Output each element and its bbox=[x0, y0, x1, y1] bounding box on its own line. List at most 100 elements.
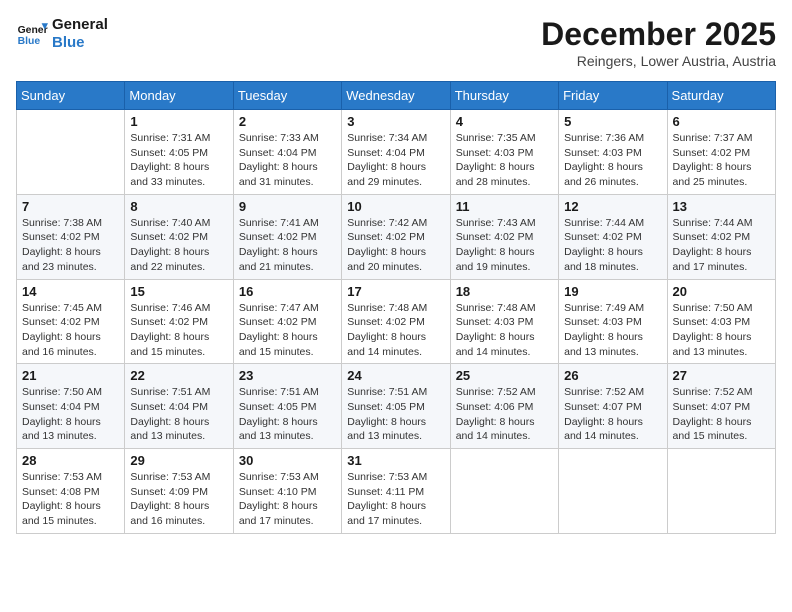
weekday-header-tuesday: Tuesday bbox=[233, 82, 341, 110]
calendar-cell: 17 Sunrise: 7:48 AMSunset: 4:02 PMDayligh… bbox=[342, 279, 450, 364]
calendar-cell: 1 Sunrise: 7:31 AMSunset: 4:05 PMDaylight… bbox=[125, 110, 233, 195]
day-number: 13 bbox=[673, 199, 770, 214]
calendar-cell bbox=[559, 449, 667, 534]
day-number: 20 bbox=[673, 284, 770, 299]
calendar-cell: 13 Sunrise: 7:44 AMSunset: 4:02 PMDayligh… bbox=[667, 194, 775, 279]
month-title: December 2025 bbox=[541, 16, 776, 53]
calendar-cell: 12 Sunrise: 7:44 AMSunset: 4:02 PMDayligh… bbox=[559, 194, 667, 279]
day-info: Sunrise: 7:38 AMSunset: 4:02 PMDaylight:… bbox=[22, 216, 119, 275]
weekday-header-row: SundayMondayTuesdayWednesdayThursdayFrid… bbox=[17, 82, 776, 110]
calendar-cell: 19 Sunrise: 7:49 AMSunset: 4:03 PMDayligh… bbox=[559, 279, 667, 364]
calendar-cell: 9 Sunrise: 7:41 AMSunset: 4:02 PMDaylight… bbox=[233, 194, 341, 279]
calendar-cell: 2 Sunrise: 7:33 AMSunset: 4:04 PMDaylight… bbox=[233, 110, 341, 195]
location-subtitle: Reingers, Lower Austria, Austria bbox=[541, 53, 776, 69]
day-info: Sunrise: 7:51 AMSunset: 4:05 PMDaylight:… bbox=[239, 385, 336, 444]
calendar-cell bbox=[17, 110, 125, 195]
day-number: 27 bbox=[673, 368, 770, 383]
day-info: Sunrise: 7:50 AMSunset: 4:03 PMDaylight:… bbox=[673, 301, 770, 360]
day-info: Sunrise: 7:53 AMSunset: 4:08 PMDaylight:… bbox=[22, 470, 119, 529]
day-number: 19 bbox=[564, 284, 661, 299]
day-number: 1 bbox=[130, 114, 227, 129]
day-number: 10 bbox=[347, 199, 444, 214]
calendar-cell: 8Sunrise: 7:40 AMSunset: 4:02 PMDaylight… bbox=[125, 194, 233, 279]
logo-icon: General Blue bbox=[16, 20, 48, 48]
day-info: Sunrise: 7:52 AMSunset: 4:06 PMDaylight:… bbox=[456, 385, 553, 444]
day-number: 18 bbox=[456, 284, 553, 299]
day-info: Sunrise: 7:33 AMSunset: 4:04 PMDaylight:… bbox=[239, 131, 336, 190]
day-info: Sunrise: 7:41 AMSunset: 4:02 PMDaylight:… bbox=[239, 216, 336, 275]
day-info: Sunrise: 7:49 AMSunset: 4:03 PMDaylight:… bbox=[564, 301, 661, 360]
day-number: 21 bbox=[22, 368, 119, 383]
day-number: 23 bbox=[239, 368, 336, 383]
weekday-header-monday: Monday bbox=[125, 82, 233, 110]
calendar-cell: 15Sunrise: 7:46 AMSunset: 4:02 PMDayligh… bbox=[125, 279, 233, 364]
calendar-cell: 27 Sunrise: 7:52 AMSunset: 4:07 PMDayligh… bbox=[667, 364, 775, 449]
day-info: Sunrise: 7:43 AMSunset: 4:02 PMDaylight:… bbox=[456, 216, 553, 275]
calendar-cell: 21 Sunrise: 7:50 AMSunset: 4:04 PMDayligh… bbox=[17, 364, 125, 449]
day-number: 8 bbox=[130, 199, 227, 214]
weekday-header-thursday: Thursday bbox=[450, 82, 558, 110]
calendar-cell: 11 Sunrise: 7:43 AMSunset: 4:02 PMDayligh… bbox=[450, 194, 558, 279]
day-number: 28 bbox=[22, 453, 119, 468]
day-number: 9 bbox=[239, 199, 336, 214]
calendar-cell: 28 Sunrise: 7:53 AMSunset: 4:08 PMDayligh… bbox=[17, 449, 125, 534]
day-info: Sunrise: 7:53 AMSunset: 4:09 PMDaylight:… bbox=[130, 470, 227, 529]
day-info: Sunrise: 7:52 AMSunset: 4:07 PMDaylight:… bbox=[564, 385, 661, 444]
day-number: 24 bbox=[347, 368, 444, 383]
day-info: Sunrise: 7:48 AMSunset: 4:02 PMDaylight:… bbox=[347, 301, 444, 360]
calendar-table: SundayMondayTuesdayWednesdayThursdayFrid… bbox=[16, 81, 776, 534]
week-row-1: 1 Sunrise: 7:31 AMSunset: 4:05 PMDaylight… bbox=[17, 110, 776, 195]
weekday-header-saturday: Saturday bbox=[667, 82, 775, 110]
day-number: 6 bbox=[673, 114, 770, 129]
day-number: 15 bbox=[130, 284, 227, 299]
day-number: 4 bbox=[456, 114, 553, 129]
day-info: Sunrise: 7:44 AMSunset: 4:02 PMDaylight:… bbox=[673, 216, 770, 275]
day-number: 31 bbox=[347, 453, 444, 468]
day-info: Sunrise: 7:48 AMSunset: 4:03 PMDaylight:… bbox=[456, 301, 553, 360]
day-number: 5 bbox=[564, 114, 661, 129]
day-info: Sunrise: 7:44 AMSunset: 4:02 PMDaylight:… bbox=[564, 216, 661, 275]
calendar-cell: 4 Sunrise: 7:35 AMSunset: 4:03 PMDaylight… bbox=[450, 110, 558, 195]
day-info: Sunrise: 7:31 AMSunset: 4:05 PMDaylight:… bbox=[130, 131, 227, 190]
day-info: Sunrise: 7:53 AMSunset: 4:10 PMDaylight:… bbox=[239, 470, 336, 529]
day-number: 17 bbox=[347, 284, 444, 299]
calendar-cell: 7 Sunrise: 7:38 AMSunset: 4:02 PMDaylight… bbox=[17, 194, 125, 279]
calendar-cell: 29 Sunrise: 7:53 AMSunset: 4:09 PMDayligh… bbox=[125, 449, 233, 534]
calendar-cell bbox=[667, 449, 775, 534]
day-number: 16 bbox=[239, 284, 336, 299]
week-row-3: 14 Sunrise: 7:45 AMSunset: 4:02 PMDayligh… bbox=[17, 279, 776, 364]
calendar-cell: 26Sunrise: 7:52 AMSunset: 4:07 PMDayligh… bbox=[559, 364, 667, 449]
day-info: Sunrise: 7:50 AMSunset: 4:04 PMDaylight:… bbox=[22, 385, 119, 444]
day-info: Sunrise: 7:34 AMSunset: 4:04 PMDaylight:… bbox=[347, 131, 444, 190]
calendar-cell: 30Sunrise: 7:53 AMSunset: 4:10 PMDayligh… bbox=[233, 449, 341, 534]
day-info: Sunrise: 7:37 AMSunset: 4:02 PMDaylight:… bbox=[673, 131, 770, 190]
day-number: 11 bbox=[456, 199, 553, 214]
day-number: 3 bbox=[347, 114, 444, 129]
day-info: Sunrise: 7:35 AMSunset: 4:03 PMDaylight:… bbox=[456, 131, 553, 190]
calendar-cell: 18 Sunrise: 7:48 AMSunset: 4:03 PMDayligh… bbox=[450, 279, 558, 364]
calendar-cell: 10Sunrise: 7:42 AMSunset: 4:02 PMDayligh… bbox=[342, 194, 450, 279]
day-info: Sunrise: 7:53 AMSunset: 4:11 PMDaylight:… bbox=[347, 470, 444, 529]
day-number: 29 bbox=[130, 453, 227, 468]
svg-text:Blue: Blue bbox=[18, 36, 41, 47]
day-number: 14 bbox=[22, 284, 119, 299]
calendar-cell: 22Sunrise: 7:51 AMSunset: 4:04 PMDayligh… bbox=[125, 364, 233, 449]
calendar-cell: 3 Sunrise: 7:34 AMSunset: 4:04 PMDaylight… bbox=[342, 110, 450, 195]
day-number: 22 bbox=[130, 368, 227, 383]
calendar-cell: 6 Sunrise: 7:37 AMSunset: 4:02 PMDaylight… bbox=[667, 110, 775, 195]
day-number: 7 bbox=[22, 199, 119, 214]
day-info: Sunrise: 7:45 AMSunset: 4:02 PMDaylight:… bbox=[22, 301, 119, 360]
weekday-header-sunday: Sunday bbox=[17, 82, 125, 110]
day-info: Sunrise: 7:52 AMSunset: 4:07 PMDaylight:… bbox=[673, 385, 770, 444]
calendar-cell: 23 Sunrise: 7:51 AMSunset: 4:05 PMDayligh… bbox=[233, 364, 341, 449]
page-header: General Blue General Blue December 2025 … bbox=[16, 16, 776, 69]
day-number: 12 bbox=[564, 199, 661, 214]
calendar-cell: 24Sunrise: 7:51 AMSunset: 4:05 PMDayligh… bbox=[342, 364, 450, 449]
day-number: 2 bbox=[239, 114, 336, 129]
week-row-5: 28 Sunrise: 7:53 AMSunset: 4:08 PMDayligh… bbox=[17, 449, 776, 534]
logo-general: General bbox=[52, 16, 108, 34]
week-row-2: 7 Sunrise: 7:38 AMSunset: 4:02 PMDaylight… bbox=[17, 194, 776, 279]
weekday-header-friday: Friday bbox=[559, 82, 667, 110]
calendar-cell: 31 Sunrise: 7:53 AMSunset: 4:11 PMDayligh… bbox=[342, 449, 450, 534]
calendar-cell: 25Sunrise: 7:52 AMSunset: 4:06 PMDayligh… bbox=[450, 364, 558, 449]
